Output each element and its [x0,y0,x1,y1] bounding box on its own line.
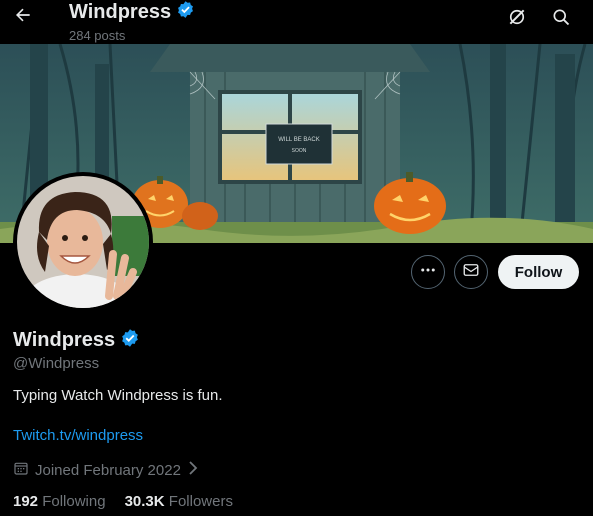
profile-name-row: Windpress [13,328,140,353]
verified-badge-icon[interactable] [120,328,140,353]
banner-sign-line2: SOON [292,148,307,154]
search-icon [551,7,571,32]
profile-handle: @Windpress [13,355,100,372]
display-name: Windpress [13,329,116,351]
chevron-right-icon [187,461,199,479]
search-button[interactable] [546,4,576,34]
avatar-image [17,176,149,308]
header-title: Windpress [69,1,172,23]
followers-stat[interactable]: 30.3K Followers [125,493,233,510]
website-link[interactable]: Twitch.tv/windpress [13,427,143,444]
follow-stats: 192 Following 30.3K Followers [13,493,233,510]
message-button[interactable] [454,255,488,289]
joined-date[interactable]: Joined February 2022 [13,460,199,480]
followers-label: Followers [168,493,233,510]
profile-avatar[interactable] [13,172,153,312]
top-bar: Windpress 284 posts [0,0,593,44]
arrow-left-icon [13,5,33,30]
banner-sign-line1: WILL BE BACK [278,137,319,143]
back-button[interactable] [8,2,38,32]
follow-button[interactable]: Follow [498,255,579,289]
following-stat[interactable]: 192 Following [13,493,106,510]
header-title-group: Windpress 284 posts [69,0,195,43]
post-count: 284 posts [69,28,126,43]
grok-icon [507,7,527,32]
verified-badge-icon [176,0,195,24]
following-count: 192 [13,493,39,510]
more-icon [419,261,437,284]
envelope-icon [462,261,480,284]
calendar-icon [13,460,29,480]
grok-button[interactable] [502,4,532,34]
more-options-button[interactable] [411,255,445,289]
followers-count: 30.3K [124,493,165,510]
joined-text: Joined February 2022 [35,461,181,479]
profile-bio: Typing Watch Windpress is fun. [13,387,223,404]
following-label: Following [42,493,106,510]
